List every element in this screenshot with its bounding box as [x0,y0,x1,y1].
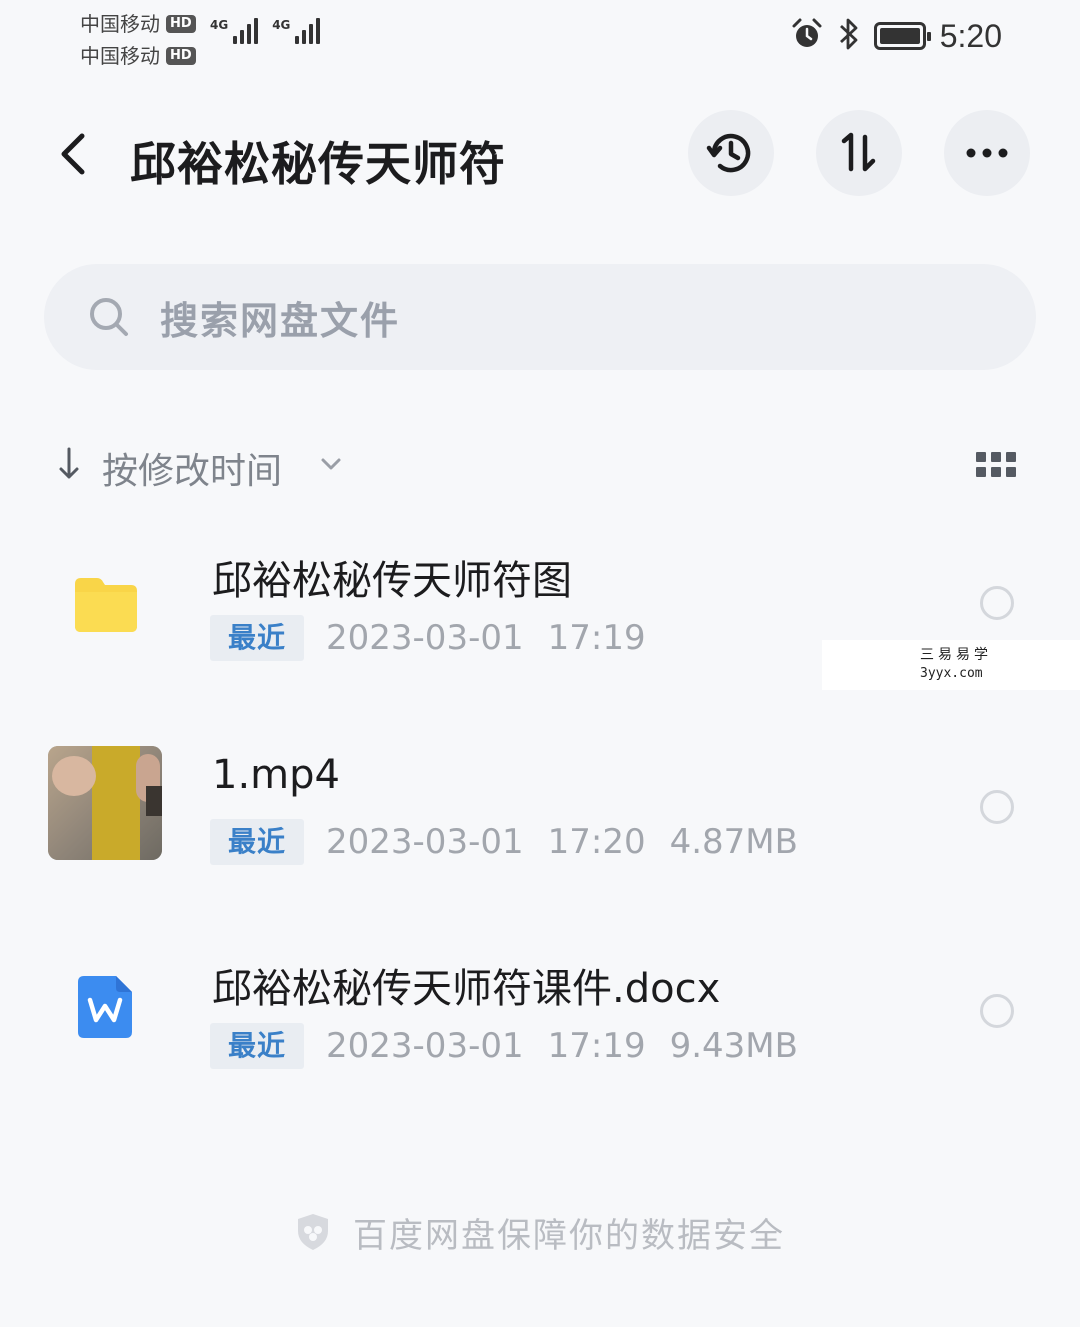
sort-down-arrow-icon [56,446,82,486]
recent-tag: 最近 [210,615,305,661]
history-button[interactable] [688,110,774,196]
select-radio[interactable] [980,994,1014,1028]
file-meta: 最近 2023-03-01 17:20 4.87MB [210,818,798,866]
file-date: 2023-03-01 [326,618,524,658]
signal-strength-icon: 4G [272,18,321,44]
network-type-2: 4G [272,18,291,32]
file-date: 2023-03-01 [326,822,524,862]
file-meta: 最近 2023-03-01 17:19 9.43MB [210,1022,798,1070]
signal-indicators: 4G 4G [210,18,321,44]
file-time: 17:19 [547,618,646,658]
select-radio[interactable] [980,790,1014,824]
file-list-item[interactable]: 1.mp4 最近 2023-03-01 17:20 4.87MB [0,746,1080,932]
sort-bar: 按修改时间 [56,438,1026,494]
file-size: 9.43MB [669,1026,798,1066]
carrier-name-2: 中国移动 [80,44,160,68]
file-date: 2023-03-01 [326,1026,524,1066]
video-thumbnail [48,746,162,860]
alarm-icon [790,17,824,55]
signal-strength-icon: 4G [210,18,259,44]
file-list-item[interactable]: 邱裕松秘传天师符课件.docx 最近 2023-03-01 17:19 9.43… [0,956,1080,1136]
file-list-item[interactable]: 邱裕松秘传天师符图 最近 2023-03-01 17:19 [0,548,1080,728]
recent-tag: 最近 [210,819,305,865]
file-name: 邱裕松秘传天师符课件.docx [212,966,721,1012]
bluetooth-icon [838,16,860,56]
battery-icon [873,22,931,50]
word-doc-icon [48,950,162,1064]
search-input[interactable]: 搜索网盘文件 [44,264,1036,370]
watermark-text-2: 3yyx.com [920,666,983,681]
page-title: 邱裕松秘传天师符 [130,137,506,191]
search-icon [88,296,130,338]
carrier-name-1: 中国移动 [80,12,160,36]
sort-order-selector[interactable]: 按修改时间 [102,442,282,494]
recent-tag: 最近 [210,1023,305,1069]
status-time: 5:20 [939,17,1002,54]
hd-badge-2: HD [166,47,196,65]
watermark-text-1: 三易易学 [920,647,992,663]
status-right: 5:20 [790,16,1002,56]
file-time: 17:19 [547,1026,646,1066]
status-bar: 中国移动 HD 中国移动 HD 4G 4G 5:20 [0,0,1080,80]
back-chevron-icon [61,133,85,175]
transfer-list-button[interactable] [816,110,902,196]
file-size: 4.87MB [669,822,798,862]
app-header: 邱裕松秘传天师符 [0,104,1080,204]
chevron-down-icon[interactable] [320,456,342,475]
file-name: 1.mp4 [212,752,340,798]
hd-badge-1: HD [166,15,196,33]
back-button[interactable] [48,126,98,182]
folder-icon [48,548,162,662]
footer-text: 百度网盘保障你的数据安全 [353,1215,785,1256]
file-time: 17:20 [547,822,646,862]
shield-icon [295,1212,331,1252]
watermark: 三易易学 3yyx.com [822,640,1080,690]
select-radio[interactable] [980,586,1014,620]
network-type-1: 4G [210,18,229,32]
file-name: 邱裕松秘传天师符图 [212,558,572,604]
grid-view-icon[interactable] [976,452,1016,480]
security-footer: 百度网盘保障你的数据安全 [0,1204,1080,1260]
file-meta: 最近 2023-03-01 17:19 [210,614,646,662]
history-icon [706,133,751,173]
more-dots-icon [966,148,1008,158]
more-button[interactable] [944,110,1030,196]
search-placeholder: 搜索网盘文件 [160,298,401,343]
sort-transfer-icon [841,132,876,172]
carrier-info: 中国移动 HD 中国移动 HD [80,8,196,72]
